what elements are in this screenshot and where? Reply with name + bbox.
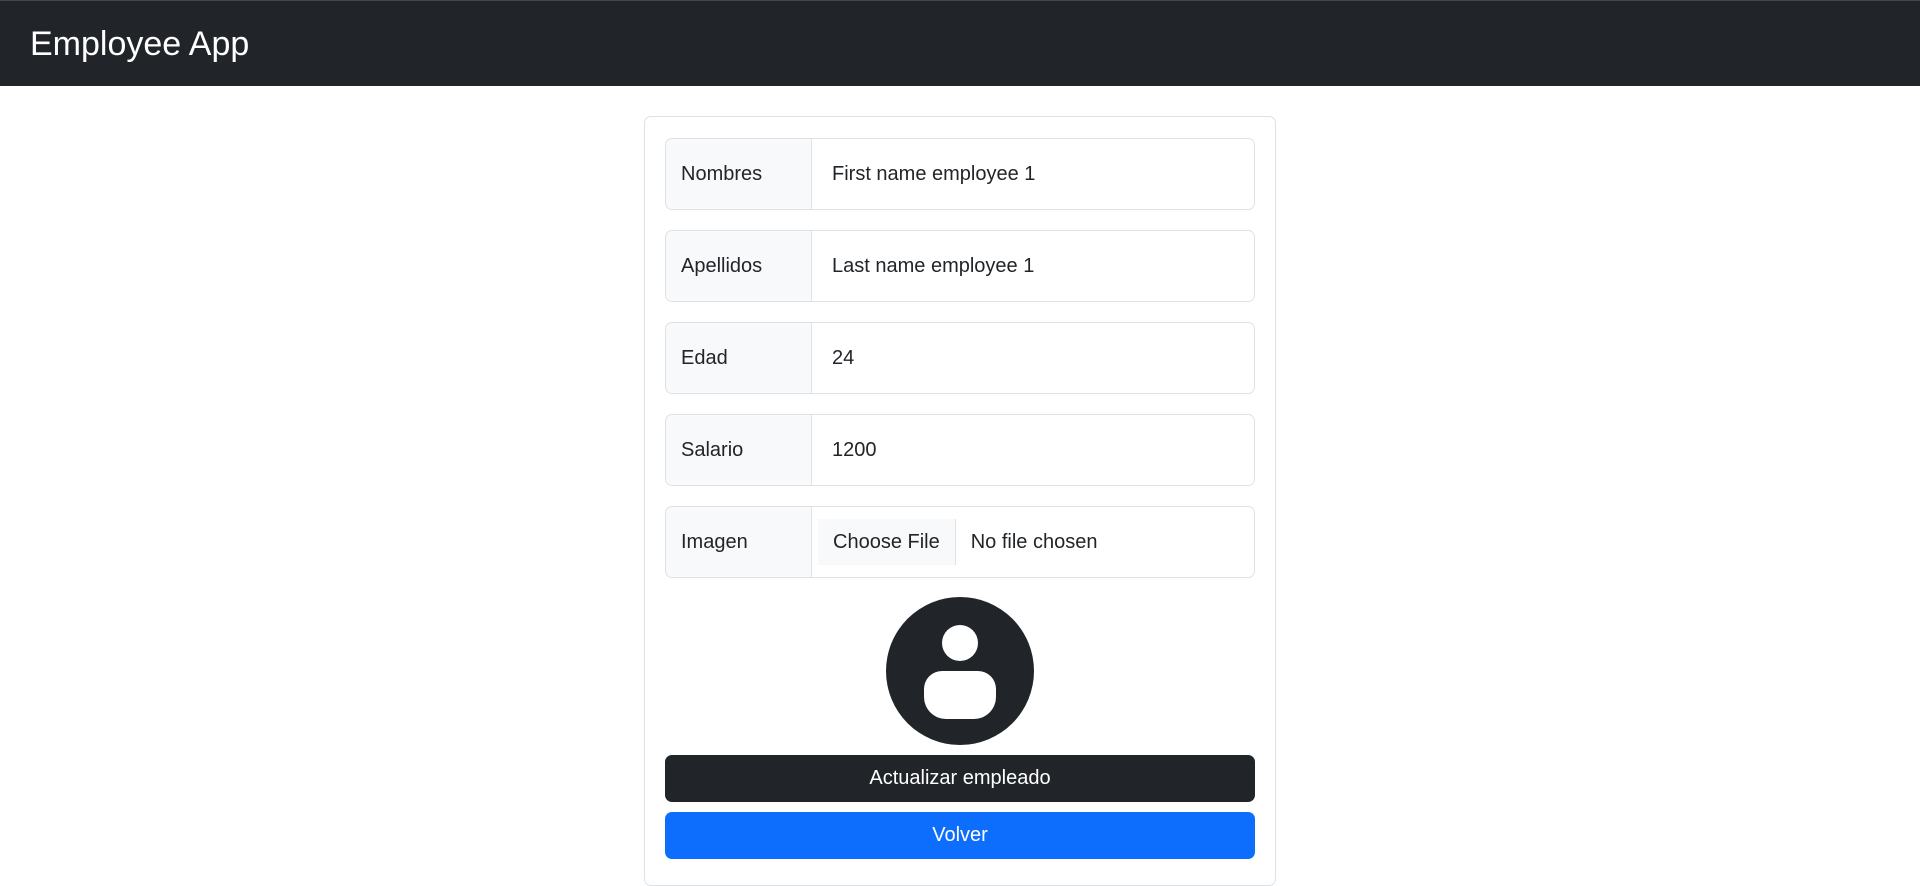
apellidos-input-group: Apellidos: [665, 230, 1255, 302]
back-button[interactable]: Volver: [665, 812, 1255, 859]
edad-input-group: Edad: [665, 322, 1255, 394]
nombres-input[interactable]: [812, 138, 1255, 210]
salario-input[interactable]: [812, 414, 1255, 486]
nombres-input-group: Nombres: [665, 138, 1255, 210]
apellidos-input[interactable]: [812, 230, 1255, 302]
edad-input[interactable]: [812, 322, 1255, 394]
navbar: Employee App: [0, 0, 1920, 86]
update-employee-button[interactable]: Actualizar empleado: [665, 755, 1255, 802]
salario-label: Salario: [665, 414, 812, 486]
nombres-label: Nombres: [665, 138, 812, 210]
apellidos-label: Apellidos: [665, 230, 812, 302]
choose-file-button[interactable]: Choose File: [818, 519, 956, 565]
imagen-file-input[interactable]: Choose File No file chosen: [812, 506, 1255, 578]
imagen-input-group: Imagen Choose File No file chosen: [665, 506, 1255, 578]
imagen-label: Imagen: [665, 506, 812, 578]
file-status-text: No file chosen: [970, 530, 1098, 553]
app-title[interactable]: Employee App: [30, 27, 249, 61]
salario-input-group: Salario: [665, 414, 1255, 486]
user-avatar-icon: [886, 597, 1034, 745]
employee-form-card: Nombres Apellidos Edad Salario Imagen Ch…: [644, 116, 1276, 886]
edad-label: Edad: [665, 322, 812, 394]
